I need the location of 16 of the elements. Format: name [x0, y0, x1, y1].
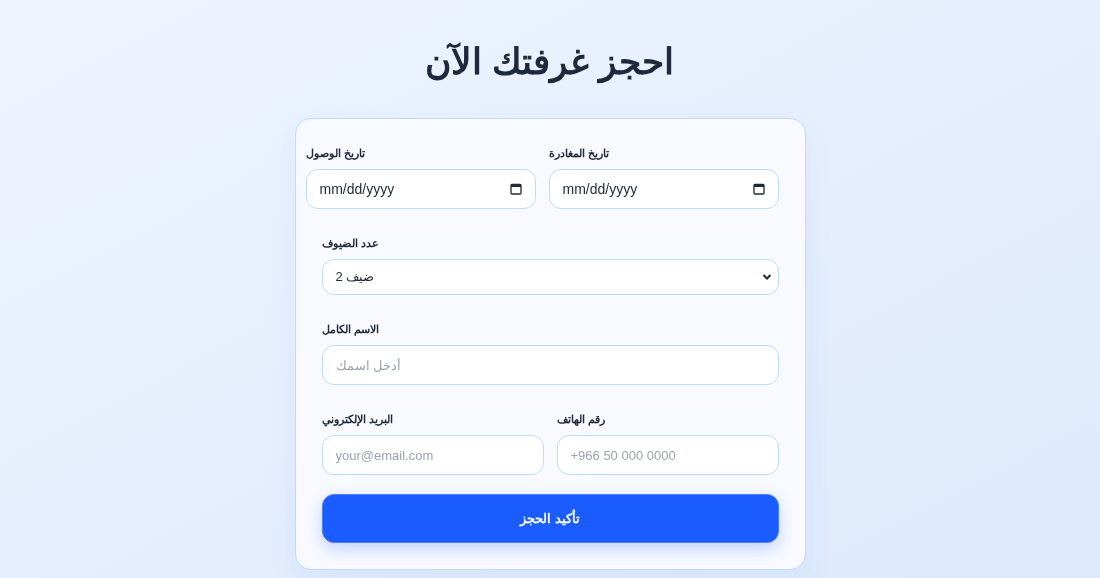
confirm-booking-button[interactable]: تأكيد الحجز	[321, 494, 779, 543]
field-label: تاريخ المغادرة	[548, 146, 609, 160]
calendar-icon[interactable]	[752, 183, 765, 195]
field-label: تاريخ الوصول	[305, 146, 365, 160]
input-field[interactable]: your@email.com	[321, 435, 544, 475]
page-title: احجز غرفتك الآن	[425, 40, 675, 86]
date-field[interactable]: mm/dd/yyyy	[305, 169, 536, 209]
field-label: البريد الإلكتروني	[321, 412, 393, 426]
calendar-icon[interactable]	[509, 183, 522, 195]
guests-dropdown[interactable]: ضيف 2	[321, 259, 779, 295]
date-field[interactable]: mm/dd/yyyy	[548, 169, 779, 209]
field-label: رقم الهاتف	[556, 412, 605, 426]
input-field[interactable]: +966 50 000 0000	[556, 435, 779, 475]
field-label: عدد الضيوف	[321, 236, 379, 250]
chevron-down-icon[interactable]	[761, 273, 772, 281]
field-label: الاسم الكامل	[321, 322, 379, 336]
